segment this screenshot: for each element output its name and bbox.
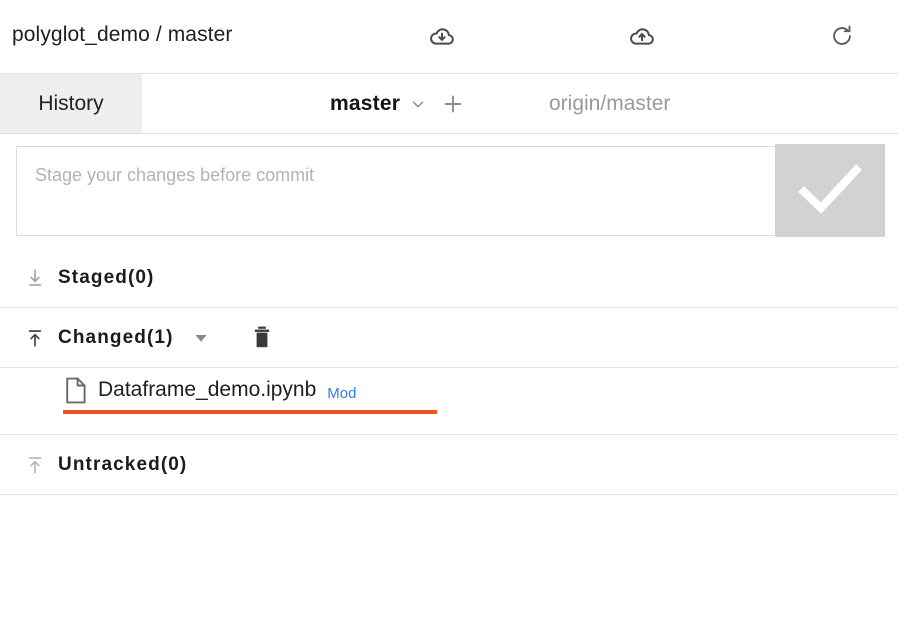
plus-icon[interactable] — [440, 91, 466, 117]
pull-button[interactable] — [423, 19, 461, 57]
cloud-upload-icon — [628, 22, 656, 55]
trash-icon[interactable] — [251, 326, 273, 350]
tab-history[interactable]: History — [0, 74, 142, 133]
changed-file-item[interactable]: Dataframe_demo.ipynb Mod — [63, 376, 356, 404]
commit-submit-button[interactable] — [775, 144, 885, 237]
arrow-up-to-line-icon — [22, 452, 48, 478]
section-label-changed: Changed(1) — [58, 326, 174, 348]
refresh-icon — [829, 23, 855, 54]
file-name-label: Dataframe_demo.ipynb — [98, 378, 317, 401]
remote-branch-label[interactable]: origin/master — [549, 74, 670, 133]
table-row[interactable]: Dataframe_demo.ipynb Mod — [0, 368, 898, 435]
caret-down-icon[interactable] — [191, 328, 211, 348]
arrow-up-to-line-icon — [22, 325, 48, 351]
commit-area — [0, 134, 898, 248]
check-icon — [793, 159, 867, 222]
tab-history-label: History — [38, 91, 104, 115]
section-header-untracked[interactable]: Untracked(0) — [0, 435, 898, 495]
cloud-download-icon — [428, 22, 456, 55]
section-label-untracked: Untracked(0) — [58, 453, 188, 475]
section-label-staged: Staged(0) — [58, 266, 155, 288]
current-branch-label[interactable]: master — [330, 92, 400, 116]
chevron-down-icon[interactable] — [408, 94, 428, 114]
empty-content-area — [0, 495, 898, 639]
push-button[interactable] — [623, 19, 661, 57]
branch-selector[interactable]: master — [330, 74, 466, 133]
tab-branch-bar: History master origin/master — [0, 74, 898, 134]
refresh-button[interactable] — [823, 19, 861, 57]
commit-message-input[interactable] — [16, 146, 778, 236]
status-badge: Mod — [327, 384, 357, 402]
section-header-staged[interactable]: Staged(0) — [0, 248, 898, 308]
page-title: polyglot_demo / master — [12, 23, 233, 46]
section-header-changed[interactable]: Changed(1) — [0, 308, 898, 368]
file-icon — [63, 376, 89, 404]
file-highlight-underline — [63, 410, 437, 414]
app-header: polyglot_demo / master — [0, 0, 898, 74]
arrow-down-to-line-icon — [22, 265, 48, 291]
